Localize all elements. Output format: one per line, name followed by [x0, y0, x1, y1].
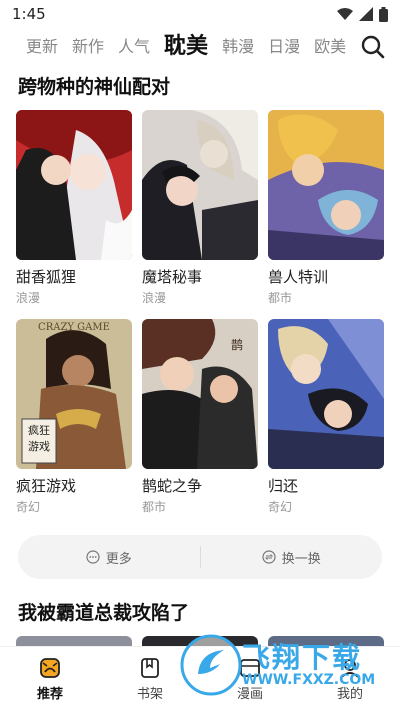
comic-card[interactable]: 甜香狐狸 浪漫	[16, 110, 132, 305]
cover-caption: 疯狂 游戏	[28, 424, 50, 453]
status-time: 1:45	[12, 5, 46, 23]
comic-genre: 都市	[142, 500, 167, 514]
search-icon[interactable]	[360, 34, 386, 60]
comic-cover[interactable]: 鹊	[142, 319, 258, 469]
svg-text:鹊: 鹊	[231, 338, 243, 352]
comic-card[interactable]: 鹊 鹊蛇之争 都市	[142, 319, 258, 514]
tab-japanese[interactable]: 日漫	[268, 30, 300, 64]
comic-card[interactable]: 魔塔秘事 浪漫	[142, 110, 258, 305]
tab-western[interactable]: 欧美	[314, 30, 346, 64]
comic-genre: 都市	[268, 291, 293, 305]
comic-title: 魔塔秘事	[142, 268, 203, 286]
tab-update[interactable]: 更新	[26, 30, 58, 64]
refresh-button[interactable]: 换一换	[201, 548, 383, 567]
tab-new[interactable]: 新作	[72, 30, 104, 64]
status-icons	[337, 6, 388, 22]
status-bar: 1:45	[0, 0, 400, 28]
comic-cover-peek[interactable]	[16, 636, 132, 646]
comic-card[interactable]: CRAZY GAME 疯狂 游戏 疯狂游戏 奇幻	[16, 319, 132, 514]
comic-card[interactable]: 兽人特训 都市	[268, 110, 384, 305]
refresh-icon	[262, 550, 276, 564]
comic-title: 甜香狐狸	[16, 268, 77, 286]
watermark-logo-icon	[180, 634, 242, 696]
watermark: 飞翔下载 WWW.FXXZ.COM	[180, 630, 395, 700]
comic-cover[interactable]	[142, 110, 258, 260]
comic-genre: 浪漫	[142, 291, 167, 305]
nav-recommend[interactable]: 推荐	[0, 647, 100, 711]
nav-label: 书架	[136, 687, 163, 702]
more-icon	[86, 550, 100, 564]
battery-icon	[379, 6, 388, 22]
watermark-text: 飞翔下载	[242, 641, 363, 674]
signal-icon	[359, 7, 373, 21]
comic-cover[interactable]	[16, 110, 132, 260]
comic-grid: 甜香狐狸 浪漫 魔塔秘事 浪漫 兽人特训 都市 CRAZY GAME 疯狂 游戏…	[16, 110, 384, 514]
comic-cover[interactable]	[268, 319, 384, 469]
tab-bl[interactable]: 耽美	[164, 30, 208, 64]
refresh-label: 换一换	[281, 551, 321, 567]
recommend-icon	[40, 658, 60, 678]
comic-title: 兽人特训	[268, 268, 329, 286]
bookshelf-icon	[141, 658, 159, 678]
tab-popular[interactable]: 人气	[118, 30, 150, 64]
nav-label: 推荐	[36, 687, 63, 702]
comic-cover[interactable]	[268, 110, 384, 260]
category-tabs: 更新 新作 人气 耽美 韩漫 日漫 欧美	[0, 30, 400, 64]
more-button[interactable]: 更多	[18, 548, 200, 567]
section-title: 跨物种的神仙配对	[18, 76, 171, 98]
comic-genre: 奇幻	[268, 500, 293, 514]
comic-title: 鹊蛇之争	[142, 477, 203, 495]
tab-korean[interactable]: 韩漫	[222, 30, 254, 64]
section-title-2: 我被霸道总裁攻陷了	[18, 602, 190, 624]
comic-card[interactable]: 归还 奇幻	[268, 319, 384, 514]
wifi-icon	[337, 8, 353, 20]
action-pill: 更多 换一换	[18, 535, 382, 579]
comic-title: 归还	[268, 477, 299, 495]
more-label: 更多	[105, 551, 132, 567]
comic-genre: 奇幻	[16, 500, 41, 514]
comic-title: 疯狂游戏	[16, 477, 77, 495]
watermark-url: WWW.FXXZ.COM	[242, 672, 376, 688]
comic-cover[interactable]: CRAZY GAME 疯狂 游戏	[16, 319, 132, 469]
comic-genre: 浪漫	[16, 291, 41, 305]
